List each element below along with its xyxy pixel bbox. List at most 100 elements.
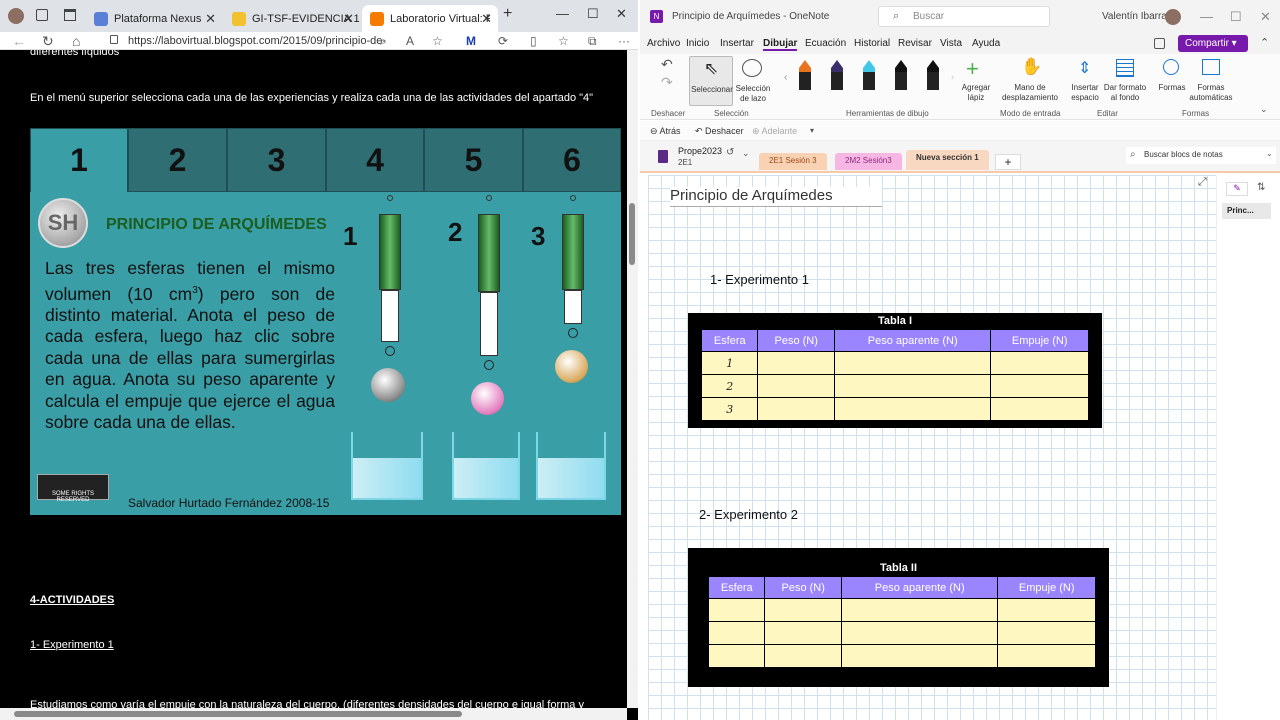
- close-tab-icon[interactable]: ✕: [205, 11, 216, 27]
- notebook-history-icon[interactable]: ↺: [726, 147, 734, 158]
- table-1-cell[interactable]: [990, 397, 1089, 421]
- collections-icon[interactable]: ⧉: [588, 34, 597, 49]
- table-2-cell[interactable]: [997, 644, 1096, 668]
- table-1-cell[interactable]: [757, 351, 835, 375]
- table-1-cell[interactable]: [757, 397, 835, 421]
- sticky-notes-icon[interactable]: [1154, 38, 1165, 49]
- more-menu-icon[interactable]: ···: [618, 34, 630, 48]
- table-1-cell[interactable]: [833, 374, 992, 398]
- close-tab-icon[interactable]: ✕: [343, 11, 354, 27]
- pen-tool-5[interactable]: [927, 60, 939, 90]
- notebook-name[interactable]: Prope2023: [678, 146, 722, 156]
- notebook-dropdown-icon[interactable]: ⌄: [742, 148, 750, 159]
- notebook-icon[interactable]: [658, 150, 668, 163]
- undo-icon[interactable]: ↶: [661, 56, 673, 73]
- share-button[interactable]: Compartir ▾: [1178, 35, 1248, 52]
- pen-tool-2[interactable]: [831, 60, 843, 90]
- table-1-cell[interactable]: 2: [700, 374, 759, 398]
- select-tool-button[interactable]: ⇖ Seleccionar: [689, 56, 733, 106]
- table-2-cell[interactable]: [997, 598, 1096, 622]
- collapse-ribbon-icon[interactable]: ⌃: [1260, 36, 1269, 49]
- extension-m-icon[interactable]: M: [466, 34, 476, 48]
- onenote-maximize-button[interactable]: ☐: [1230, 9, 1242, 25]
- menu-insertar[interactable]: Insertar: [720, 38, 754, 49]
- page-title[interactable]: Principio de Arquímedes: [670, 187, 882, 207]
- favorites-icon[interactable]: ☆: [558, 34, 569, 48]
- vertical-scroll-thumb[interactable]: [629, 203, 635, 265]
- tab-actions-icon[interactable]: [64, 9, 76, 21]
- creative-commons-badge[interactable]: SOME RIGHTS RESERVED: [37, 474, 109, 503]
- tab-gi-tsf-evidencia[interactable]: GI-TSF-EVIDENCIA 1 - Pre ✕: [224, 5, 360, 32]
- expand-page-icon[interactable]: ⤢: [1198, 176, 1207, 189]
- workspaces-icon[interactable]: [36, 9, 48, 21]
- new-tab-button[interactable]: +: [503, 5, 512, 23]
- extensions-icon[interactable]: ⟳: [498, 34, 508, 48]
- user-name[interactable]: Valentín Ibarra: [1102, 11, 1167, 22]
- sphere-2[interactable]: [471, 382, 504, 415]
- experiment-2-heading[interactable]: 2- Experimento 2: [699, 507, 798, 522]
- table-1-cell[interactable]: [757, 374, 835, 398]
- vertical-scrollbar[interactable]: [627, 50, 638, 708]
- table-1-cell[interactable]: [833, 397, 992, 421]
- table-2-cell[interactable]: [707, 644, 766, 668]
- redo-icon[interactable]: ↷: [661, 74, 673, 91]
- favorite-star-icon[interactable]: ☆: [432, 34, 443, 48]
- experiment-1-heading[interactable]: 1- Experimento 1: [710, 272, 809, 287]
- pen-tool-4[interactable]: [895, 60, 907, 90]
- menu-archivo[interactable]: Archivo: [647, 38, 680, 49]
- minimize-button[interactable]: —: [556, 6, 569, 21]
- profile-avatar[interactable]: [8, 8, 24, 24]
- table-2-cell[interactable]: [764, 621, 842, 645]
- read-aloud-icon[interactable]: A: [406, 34, 414, 48]
- applet-tab-5[interactable]: 5: [424, 128, 523, 192]
- close-window-button[interactable]: ✕: [616, 6, 627, 22]
- ribbon-expand-icon[interactable]: ⌄: [1260, 104, 1268, 115]
- lasso-select-button[interactable]: Selección de lazo: [735, 56, 771, 106]
- notebook-search-box[interactable]: ⌕ Buscar blocs de notas ⌄: [1126, 147, 1276, 164]
- sphere-3[interactable]: [555, 350, 588, 383]
- pens-scroll-right-icon[interactable]: ›: [951, 72, 954, 83]
- auto-shapes-button[interactable]: Formas automáticas: [1186, 56, 1236, 106]
- section-tab-nueva[interactable]: Nueva sección 1: [906, 150, 989, 170]
- add-section-button[interactable]: +: [995, 154, 1021, 170]
- user-avatar[interactable]: [1165, 9, 1181, 25]
- zoom-icon[interactable]: ⌕: [380, 34, 387, 49]
- maximize-button[interactable]: ☐: [587, 6, 599, 22]
- menu-dibujar[interactable]: Dibujar: [763, 38, 798, 51]
- section-tab-2m2[interactable]: 2M2 Sesión3: [835, 153, 902, 170]
- hand-pan-button[interactable]: ✋ Mano de desplazamiento: [998, 56, 1062, 106]
- table-2-cell[interactable]: [764, 598, 842, 622]
- onenote-close-button[interactable]: ✕: [1260, 9, 1271, 25]
- table-2-cell[interactable]: [840, 621, 999, 645]
- format-background-button[interactable]: Dar formato al fondo: [1102, 56, 1148, 106]
- sphere-1[interactable]: [371, 368, 405, 402]
- table-2-cell[interactable]: [707, 621, 766, 645]
- sort-pages-icon[interactable]: ⇅: [1257, 182, 1265, 193]
- back-arrow-icon[interactable]: ←: [12, 33, 26, 49]
- applet-tab-1[interactable]: 1: [30, 128, 128, 192]
- menu-ayuda[interactable]: Ayuda: [972, 38, 1000, 49]
- page-canvas[interactable]: ⤢ Principio de Arquímedes 1- Experimento…: [648, 175, 1216, 720]
- applet-tab-4[interactable]: 4: [326, 128, 424, 192]
- shapes-button[interactable]: Formas: [1154, 56, 1190, 106]
- table-2-cell[interactable]: [764, 644, 842, 668]
- split-screen-icon[interactable]: ▯: [530, 34, 537, 48]
- table-2-cell[interactable]: [840, 644, 999, 668]
- table-1-cell[interactable]: [990, 351, 1089, 375]
- forward-button[interactable]: ⊕ Adelante: [752, 126, 797, 137]
- quick-access-dropdown-icon[interactable]: ▾: [810, 126, 814, 135]
- insert-space-button[interactable]: ⇕ Insertar espacio: [1068, 56, 1102, 106]
- applet-tab-3[interactable]: 3: [227, 128, 326, 192]
- table-1-cell[interactable]: [990, 374, 1089, 398]
- menu-vista[interactable]: Vista: [940, 38, 962, 49]
- menu-ecuacion[interactable]: Ecuación: [805, 38, 846, 49]
- close-tab-icon[interactable]: ✕: [481, 11, 492, 27]
- search-box[interactable]: ⌕ Buscar: [878, 6, 1050, 27]
- menu-historial[interactable]: Historial: [854, 38, 890, 49]
- back-button[interactable]: ⊖ Atrás: [650, 126, 681, 137]
- pen-tool-1[interactable]: [799, 60, 811, 90]
- section-tab-2e1[interactable]: 2E1 Sesión 3: [759, 153, 827, 170]
- tab-laboratorio-virtual[interactable]: Laboratorio Virtual: Princip ✕: [362, 5, 498, 32]
- applet-tab-2[interactable]: 2: [128, 128, 227, 192]
- url-field[interactable]: https://labovirtual.blogspot.com/2015/09…: [128, 33, 398, 63]
